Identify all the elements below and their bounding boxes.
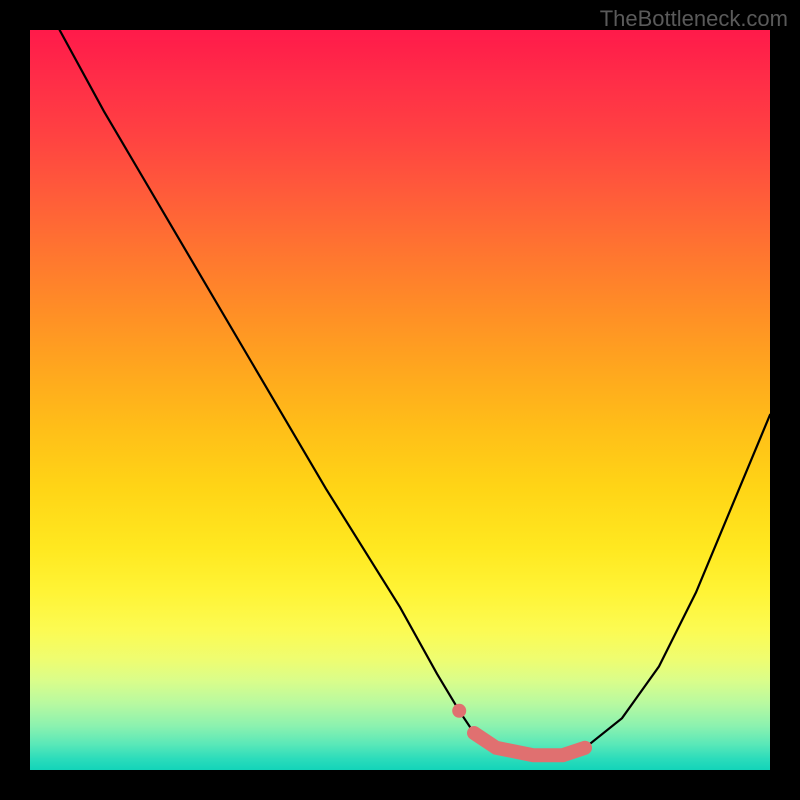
bottleneck-curve-path (60, 30, 770, 755)
curve-svg (30, 30, 770, 770)
chart-container: TheBottleneck.com (0, 0, 800, 800)
plot-area (30, 30, 770, 770)
watermark-text: TheBottleneck.com (600, 6, 788, 32)
highlight-range-path (474, 733, 585, 755)
